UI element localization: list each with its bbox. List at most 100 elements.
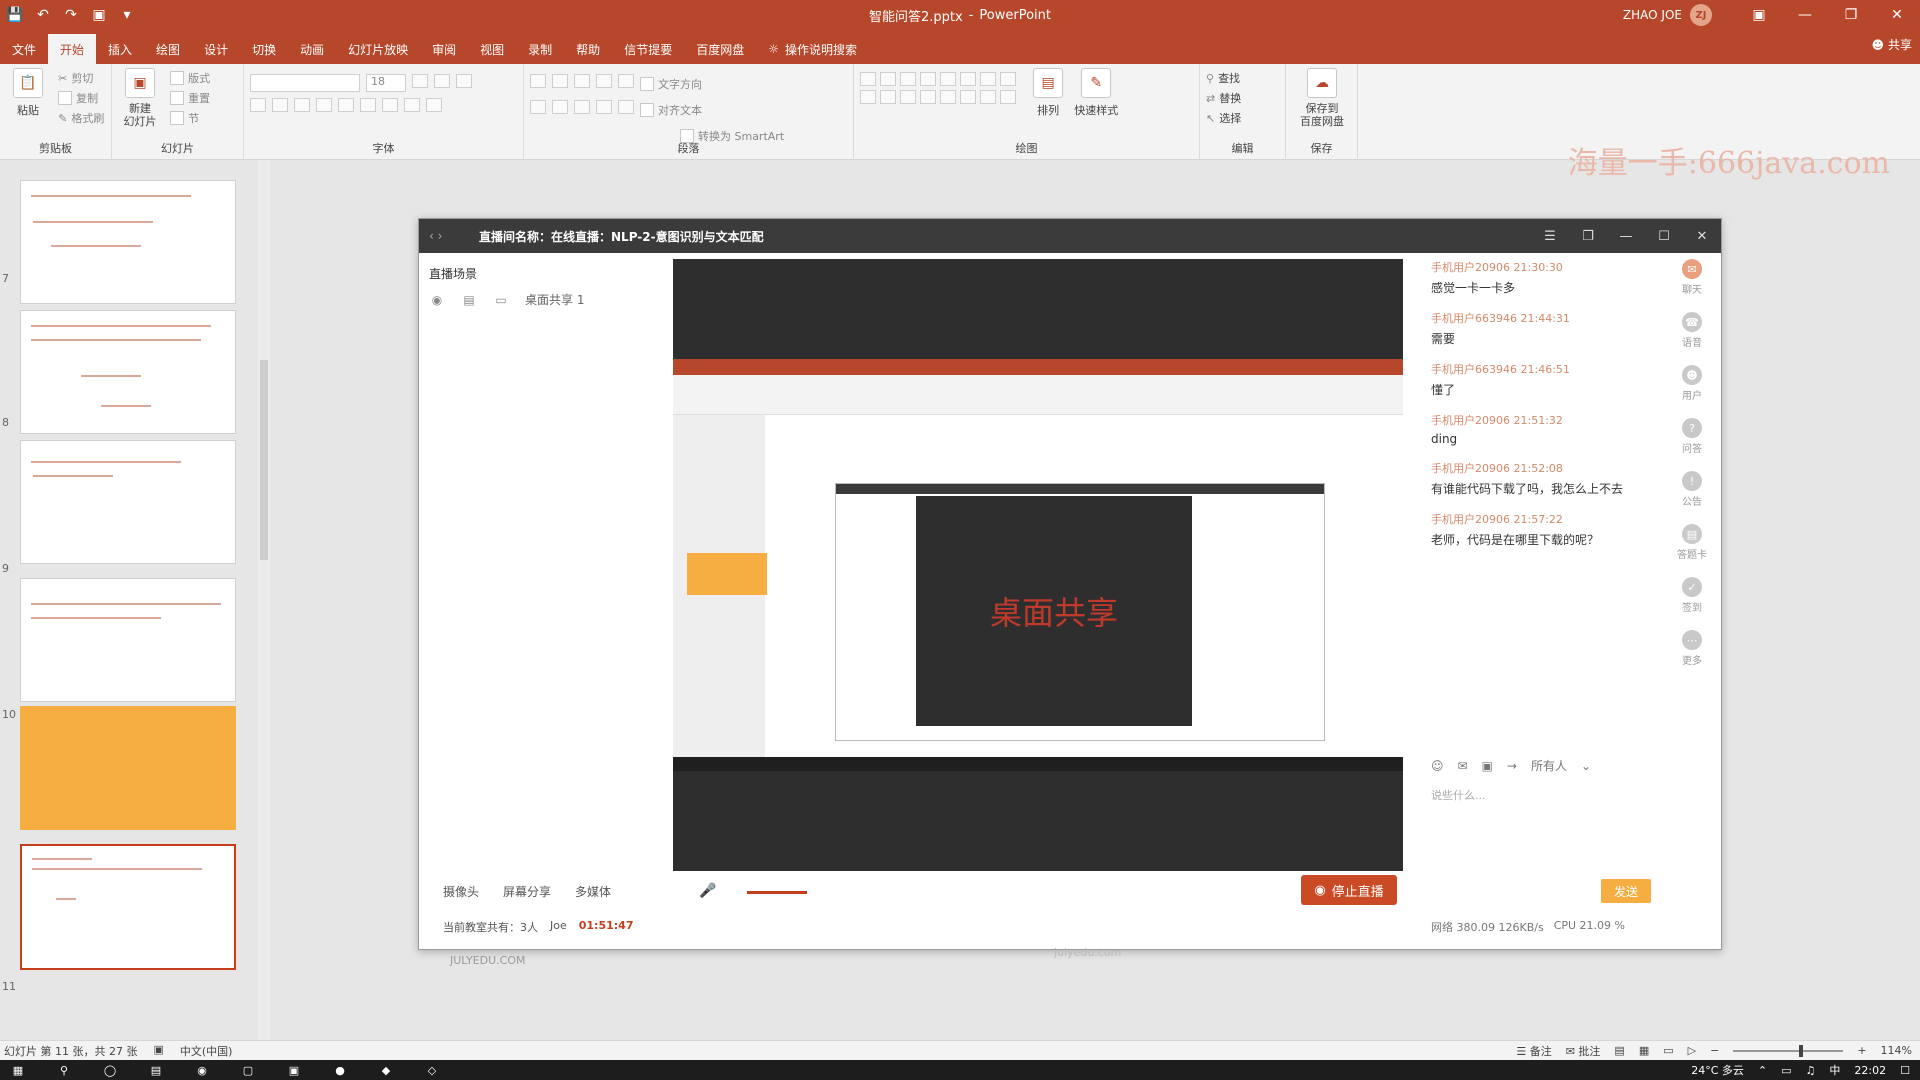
shape-icon[interactable] — [900, 90, 916, 104]
tab-animations[interactable]: 动画 — [288, 34, 336, 64]
bullets-icon[interactable] — [530, 74, 546, 88]
shape-icon[interactable] — [980, 90, 996, 104]
arrange-button[interactable]: ▤ 排列 — [1026, 68, 1070, 118]
avatar[interactable]: ZJ — [1690, 4, 1712, 26]
customize-qat-icon[interactable]: ▾ — [118, 6, 136, 24]
cortana-icon[interactable]: ◯ — [102, 1062, 118, 1078]
tab-draw[interactable]: 绘图 — [144, 34, 192, 64]
slide-thumbnail-selected[interactable] — [20, 844, 236, 970]
shape-icon[interactable] — [1000, 90, 1016, 104]
tab-transitions[interactable]: 切换 — [240, 34, 288, 64]
italic-icon[interactable] — [272, 98, 288, 112]
notes-button[interactable]: ☰ 备注 — [1516, 1043, 1551, 1059]
strikethrough-icon[interactable] — [338, 98, 354, 112]
ime-indicator[interactable]: 中 — [1829, 1062, 1840, 1078]
layout-button[interactable]: 版式 — [170, 68, 210, 88]
eye-icon[interactable]: ◉ — [429, 292, 445, 308]
volume-slider[interactable] — [747, 891, 807, 894]
tab-insert[interactable]: 插入 — [96, 34, 144, 64]
quick-styles-button[interactable]: ✎ 快速样式 — [1074, 68, 1118, 118]
align-center-icon[interactable] — [552, 100, 568, 114]
shape-icon[interactable] — [860, 90, 876, 104]
share-button[interactable]: ☻ 共享 — [1871, 36, 1912, 53]
shape-icon[interactable] — [940, 90, 956, 104]
pip-icon[interactable]: ❐ — [1569, 219, 1607, 253]
shape-icon[interactable] — [880, 72, 896, 86]
maximize-icon[interactable]: ❐ — [1828, 0, 1874, 30]
shape-icon[interactable] — [880, 90, 896, 104]
slideshow-view-icon[interactable]: ▷ — [1688, 1044, 1696, 1057]
select-button[interactable]: ↖ 选择 — [1206, 108, 1279, 128]
align-text-button[interactable]: 对齐文本 — [640, 100, 702, 120]
align-left-icon[interactable] — [530, 100, 546, 114]
user-name[interactable]: ZHAO JOE — [1623, 8, 1682, 22]
find-button[interactable]: ⚲ 查找 — [1206, 68, 1279, 88]
justify-icon[interactable] — [596, 100, 612, 114]
shrink-font-icon[interactable] — [434, 74, 450, 88]
tray-up-icon[interactable]: ⌃ — [1758, 1064, 1767, 1077]
shape-icon[interactable] — [1000, 72, 1016, 86]
zoom-slider[interactable] — [1733, 1044, 1844, 1057]
numbering-icon[interactable] — [552, 74, 568, 88]
shape-icon[interactable] — [920, 90, 936, 104]
tab-help[interactable]: 帮助 — [564, 34, 612, 64]
shapes-gallery[interactable] — [860, 72, 1016, 104]
chat-input[interactable]: 说些什么... — [1431, 787, 1486, 803]
shape-icon[interactable] — [960, 90, 976, 104]
close-icon[interactable]: ✕ — [1874, 0, 1920, 30]
slide-thumbnail[interactable] — [20, 440, 236, 564]
camera-button[interactable]: 摄像头 — [443, 883, 479, 900]
app-icon[interactable]: ◆ — [378, 1062, 394, 1078]
emoji-icon[interactable]: ☺ — [1431, 759, 1444, 773]
shadow-icon[interactable] — [316, 98, 332, 112]
columns-icon[interactable] — [618, 100, 634, 114]
search-icon[interactable]: ⚲ — [56, 1062, 72, 1078]
paste-button[interactable]: 📋 粘贴 — [6, 68, 50, 118]
save-icon[interactable]: 💾 — [6, 6, 24, 24]
section-button[interactable]: 节 — [170, 108, 210, 128]
tab-baidu[interactable]: 百度网盘 — [684, 34, 756, 64]
minimize-icon[interactable]: — — [1607, 219, 1645, 253]
zoom-knob[interactable] — [1799, 1044, 1804, 1057]
screen-share-button[interactable]: 屏幕分享 — [503, 883, 551, 900]
underline-icon[interactable] — [294, 98, 310, 112]
minimize-icon[interactable]: — — [1782, 0, 1828, 30]
font-name-input[interactable] — [250, 74, 360, 92]
shape-icon[interactable] — [860, 72, 876, 86]
maximize-icon[interactable]: ☐ — [1645, 219, 1683, 253]
chevron-down-icon[interactable]: ⌄ — [1581, 759, 1591, 773]
reset-button[interactable]: 重置 — [170, 88, 210, 108]
powerpoint-icon[interactable]: ● — [332, 1062, 348, 1078]
language[interactable]: 中文(中国) — [180, 1043, 233, 1059]
qa-tool[interactable]: ? 问答 — [1667, 418, 1717, 455]
grow-font-icon[interactable] — [412, 74, 428, 88]
tab-design[interactable]: 设计 — [192, 34, 240, 64]
folder-icon[interactable]: ▢ — [240, 1062, 256, 1078]
copy-button[interactable]: 复制 — [58, 88, 104, 108]
tab-file[interactable]: 文件 — [0, 34, 48, 64]
tab-view[interactable]: 视图 — [468, 34, 516, 64]
notification-icon[interactable]: ☐ — [1900, 1064, 1910, 1077]
sorter-view-icon[interactable]: ▦ — [1639, 1044, 1649, 1057]
tab-slideshow[interactable]: 幻灯片放映 — [336, 34, 420, 64]
multimedia-button[interactable]: 多媒体 — [575, 883, 611, 900]
zoom-in-icon[interactable]: + — [1857, 1044, 1866, 1057]
clock[interactable]: 22:02 — [1854, 1064, 1886, 1077]
users-tool[interactable]: ☻ 用户 — [1667, 365, 1717, 402]
weather[interactable]: 24°C 多云 — [1691, 1062, 1744, 1078]
increase-indent-icon[interactable] — [596, 74, 612, 88]
text-direction-button[interactable]: 文字方向 — [640, 74, 702, 94]
clear-format-icon[interactable] — [456, 74, 472, 88]
line-spacing-icon[interactable] — [618, 74, 634, 88]
microphone-icon[interactable]: 🎤 — [699, 883, 716, 899]
notice-tool[interactable]: ! 公告 — [1667, 471, 1717, 508]
windows-start-icon[interactable]: ▦ — [10, 1062, 26, 1078]
highlight-icon[interactable] — [404, 98, 420, 112]
slide-thumbnail-section[interactable] — [20, 706, 236, 830]
font-size-input[interactable]: 18 — [366, 74, 406, 92]
font-color-icon[interactable] — [426, 98, 442, 112]
close-icon[interactable]: ✕ — [1683, 219, 1721, 253]
zoom-out-icon[interactable]: − — [1710, 1044, 1719, 1057]
new-slide-button[interactable]: ▣ 新建 幻灯片 — [118, 68, 162, 128]
send-button[interactable]: 发送 — [1601, 879, 1651, 903]
